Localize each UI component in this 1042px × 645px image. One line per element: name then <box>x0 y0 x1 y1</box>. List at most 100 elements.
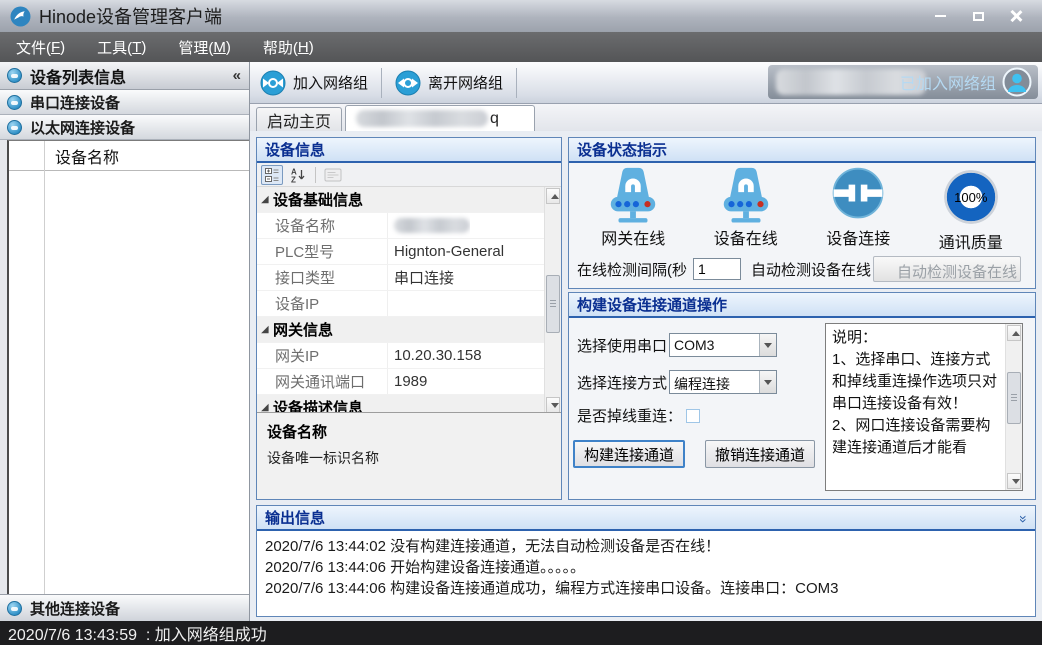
sidebar-item-serial-devices[interactable]: 串口连接设备 <box>0 90 249 115</box>
user-avatar-icon <box>1002 67 1032 97</box>
app-logo-icon <box>10 6 31 27</box>
redacted-device-name <box>394 218 470 233</box>
svg-text:Z: Z <box>291 175 296 183</box>
indicator-device-online: 设备在线 <box>690 165 802 253</box>
scroll-up-icon[interactable] <box>546 188 560 204</box>
expander-icon[interactable]: ◢ <box>257 324 273 335</box>
property-row-plc-model[interactable]: PLC型号 Hignton-General <box>257 239 544 265</box>
destroy-channel-button[interactable]: 撤销连接通道 <box>705 440 815 468</box>
build-channel-button[interactable]: 构建连接通道 <box>573 440 685 468</box>
auto-detect-button[interactable]: 自动检测设备在线 <box>873 256 1021 282</box>
connector-icon <box>828 165 888 223</box>
minimize-icon[interactable] <box>928 6 952 26</box>
connect-mode-select[interactable]: 编程连接 <box>669 370 777 394</box>
close-icon[interactable] <box>1004 6 1028 26</box>
property-row-gateway-port[interactable]: 网关通讯端口 1989 <box>257 369 544 395</box>
window-title: Hinode设备管理客户端 <box>39 3 222 29</box>
instructions-box: 说明： 1、选择串口、连接方式和掉线重连操作选项只对串口连接设备有效！ 2、网口… <box>825 323 1023 491</box>
toolbar-separator <box>381 68 382 98</box>
sidebar-header[interactable]: 设备列表信息 « <box>0 62 249 90</box>
menu-bar: 文件(F) 工具(T) 管理(M) 帮助(H) <box>0 32 1042 62</box>
expander-icon[interactable]: ◢ <box>257 194 273 205</box>
property-row-gateway-ip[interactable]: 网关IP 10.20.30.158 <box>257 343 544 369</box>
sidebar-item-ethernet-devices[interactable]: 以太网连接设备 <box>0 115 249 140</box>
property-grid-scrollbar[interactable] <box>544 187 561 414</box>
maximize-icon[interactable] <box>966 6 990 26</box>
toolbar-separator <box>315 167 316 183</box>
property-row-device-ip[interactable]: 设备IP <box>257 291 544 317</box>
column-divider <box>44 141 45 594</box>
chevron-down-icon[interactable] <box>759 334 776 356</box>
status-bar: 2020/7/6 13:43:59 : 加入网络组成功 <box>0 621 1042 645</box>
device-status-header: 设备状态指示 <box>569 138 1035 163</box>
group-row-device-basic[interactable]: ◢ 设备基础信息 <box>257 187 544 213</box>
log-line: 2020/7/6 13:44:06 开始构建设备连接通道。。。。。 <box>265 557 1027 578</box>
alphabetical-sort-icon[interactable]: A Z <box>287 165 309 185</box>
tab-strip: 启动主页 q <box>250 104 1042 131</box>
ethernet-device-icon <box>7 120 22 135</box>
serial-port-select[interactable]: COM3 <box>669 333 777 357</box>
redacted-tab-title <box>356 110 488 127</box>
toolbar-separator <box>516 68 517 98</box>
sidebar-item-other-devices[interactable]: 其他连接设备 <box>0 594 249 621</box>
menu-help[interactable]: 帮助(H) <box>247 32 330 62</box>
device-list-sidebar: 设备列表信息 « 串口连接设备 以太网连接设备 设备名称 其他连接设备 <box>0 62 250 621</box>
scroll-up-icon[interactable] <box>1007 325 1021 341</box>
menu-manage[interactable]: 管理(M) <box>162 32 247 62</box>
channel-buttons-row: 构建连接通道 撤销连接通道 <box>573 440 815 468</box>
indicator-gateway-online: 网关在线 <box>577 165 689 253</box>
join-network-button[interactable]: 加入网络组 <box>250 66 378 100</box>
log-line: 2020/7/6 13:44:06 构建设备连接通道成功，编程方式连接串口设备。… <box>265 578 1027 599</box>
serial-device-icon <box>7 95 22 110</box>
property-row-interface-type[interactable]: 接口类型 串口连接 <box>257 265 544 291</box>
instructions-scrollbar[interactable] <box>1005 324 1022 490</box>
property-row-device-name[interactable]: 设备名称 <box>257 213 544 239</box>
property-description-box: 设备名称 设备唯一标识名称 <box>257 412 561 499</box>
scroll-thumb[interactable] <box>546 275 560 333</box>
indicator-comm-quality: 100% 通讯质量 <box>915 165 1027 253</box>
serial-select-row: 选择使用串口 COM3 <box>577 333 777 357</box>
join-network-icon <box>260 70 286 96</box>
device-list-icon <box>7 68 22 83</box>
router-online-icon <box>600 165 666 223</box>
property-pages-icon <box>322 165 344 185</box>
menu-tools[interactable]: 工具(T) <box>81 32 162 62</box>
statusbar-message: 2020/7/6 13:43:59 : 加入网络组成功 <box>8 621 267 645</box>
device-table: 设备名称 <box>7 140 249 594</box>
mode-select-row: 选择连接方式 编程连接 <box>577 370 777 394</box>
collapse-chevron-icon[interactable]: » <box>1016 515 1032 521</box>
connection-channel-panel: 构建设备连接通道操作 选择使用串口 COM3 选择连接方式 编程连接 是否掉线重… <box>568 292 1036 500</box>
leave-network-icon <box>395 70 421 96</box>
scroll-down-icon[interactable] <box>1007 473 1021 489</box>
interval-input[interactable] <box>693 258 741 280</box>
avatar[interactable] <box>1002 67 1032 97</box>
device-status-panel: 设备状态指示 网关在线 设 <box>568 137 1036 289</box>
reconnect-checkbox[interactable] <box>686 409 700 423</box>
log-area: 2020/7/6 13:44:02 没有构建连接通道，无法自动检测设备是否在线！… <box>257 531 1035 604</box>
network-status-zone: 已加入网络组 <box>768 65 1038 99</box>
instructions-text: 说明： 1、选择串口、连接方式和掉线重连操作选项只对串口连接设备有效！ 2、网口… <box>832 327 1002 488</box>
tab-home[interactable]: 启动主页 <box>256 107 342 131</box>
scroll-thumb[interactable] <box>1007 372 1021 424</box>
group-row-gateway[interactable]: ◢ 网关信息 <box>257 317 544 343</box>
network-status-text: 已加入网络组 <box>900 70 996 94</box>
log-line: 2020/7/6 13:44:02 没有构建连接通道，无法自动检测设备是否在线！ <box>265 536 1027 557</box>
device-table-header[interactable]: 设备名称 <box>9 141 249 171</box>
chevron-down-icon[interactable] <box>759 371 776 393</box>
router-online-icon <box>713 165 779 223</box>
indicator-device-connected: 设备连接 <box>802 165 914 253</box>
sidebar-collapse-icon[interactable]: « <box>233 67 241 84</box>
device-name-column-header: 设备名称 <box>55 144 119 168</box>
categorized-icon[interactable] <box>261 165 283 185</box>
device-info-header: 设备信息 <box>257 138 561 163</box>
quality-donut: 100% <box>941 167 1001 227</box>
menu-file[interactable]: 文件(F) <box>0 32 81 62</box>
detect-settings-row: 在线检测间隔(秒 自动检测设备在线 自动检测设备在线 <box>577 256 1029 282</box>
output-header: 输出信息 » <box>257 506 1035 531</box>
title-bar: Hinode设备管理客户端 <box>0 0 1042 32</box>
property-grid-toolbar: A Z <box>257 163 561 187</box>
connection-channel-header: 构建设备连接通道操作 <box>569 293 1035 318</box>
leave-network-button[interactable]: 离开网络组 <box>385 66 513 100</box>
scroll-down-icon[interactable] <box>546 397 560 413</box>
tab-device[interactable]: q <box>345 105 535 131</box>
